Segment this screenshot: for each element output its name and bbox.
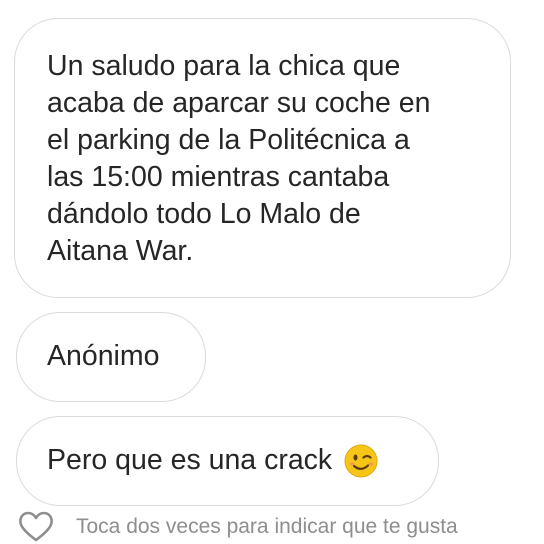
message-line: las 15:00 mientras cantaba bbox=[47, 161, 390, 194]
message-line: Un saludo para la chica que bbox=[47, 50, 401, 82]
like-hint-text: Toca dos veces para indicar que te gusta bbox=[76, 515, 458, 538]
heart-outline-icon[interactable] bbox=[18, 511, 54, 543]
message-bubble-main[interactable]: Un saludo para la chica que acaba de apa… bbox=[14, 18, 511, 298]
like-hint-bar: Toca dos veces para indicar que te gusta bbox=[18, 510, 538, 544]
message-line: dándolo todo Lo Malo de bbox=[47, 198, 361, 231]
message-bubble-reply[interactable]: Pero que es una crack bbox=[16, 416, 439, 506]
message-line: Aitana War. bbox=[47, 235, 194, 268]
message-line: acaba de aparcar su coche en bbox=[47, 87, 431, 120]
wink-emoji-icon bbox=[344, 444, 378, 478]
message-bubble-sender[interactable]: Anónimo bbox=[16, 312, 206, 402]
message-line: el parking de la Politécnica a bbox=[47, 124, 410, 157]
sender-name: Anónimo bbox=[47, 340, 160, 373]
reply-text: Pero que es una crack bbox=[47, 444, 333, 477]
